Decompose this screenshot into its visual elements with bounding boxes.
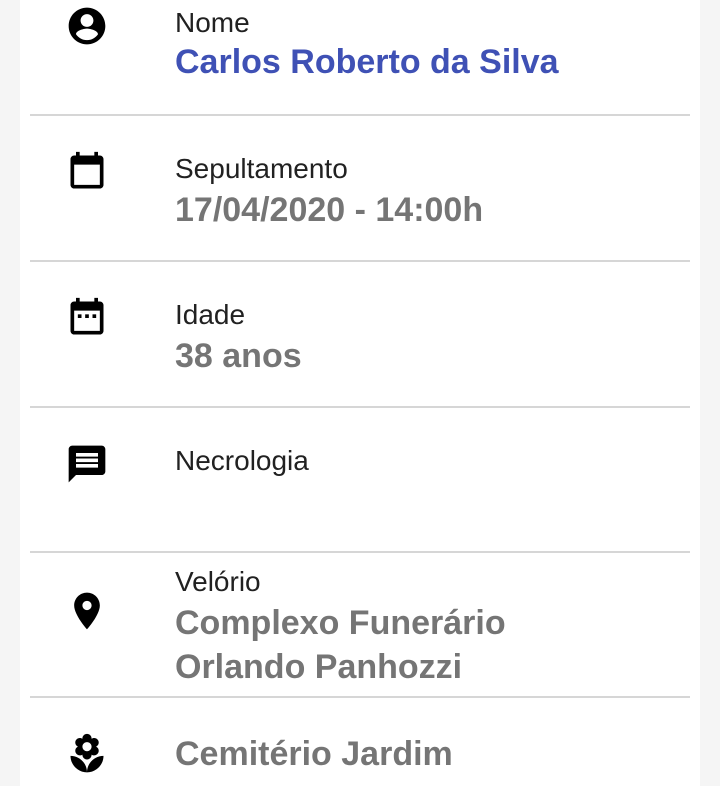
- sepultamento-label: Sepultamento: [175, 153, 348, 184]
- velorio-value-line2: Orlando Panhozzi: [175, 648, 463, 686]
- row-velorio: Velório Complexo Funerário Orlando Panho…: [20, 553, 700, 698]
- calendar-icon: [65, 150, 109, 194]
- message-icon: [65, 442, 109, 486]
- velorio-value-line1: Complexo Funerário: [175, 604, 506, 642]
- row-necrologia[interactable]: Necrologia: [20, 408, 700, 553]
- necrologia-label: Necrologia: [175, 445, 309, 476]
- nome-label: Nome: [175, 7, 250, 38]
- account-circle-icon: [65, 4, 109, 48]
- row-cemiterio: Cemitério Jardim: [20, 698, 700, 786]
- flower-icon: [65, 732, 109, 776]
- idade-label: Idade: [175, 299, 246, 330]
- idade-value: 38 anos: [175, 337, 302, 375]
- velorio-label: Velório: [175, 566, 261, 597]
- row-idade: Idade 38 anos: [20, 262, 700, 408]
- row-sepultamento: Sepultamento 17/04/2020 - 14:00h: [20, 116, 700, 262]
- calendar-today-icon: [65, 296, 109, 340]
- cemiterio-value: Cemitério Jardim: [175, 735, 453, 773]
- location-pin-icon: [65, 589, 109, 633]
- sepultamento-value: 17/04/2020 - 14:00h: [175, 191, 484, 229]
- details-card: Nome Carlos Roberto da Silva Sepultament…: [20, 0, 700, 786]
- row-nome: Nome Carlos Roberto da Silva: [20, 0, 700, 116]
- nome-value: Carlos Roberto da Silva: [175, 43, 559, 81]
